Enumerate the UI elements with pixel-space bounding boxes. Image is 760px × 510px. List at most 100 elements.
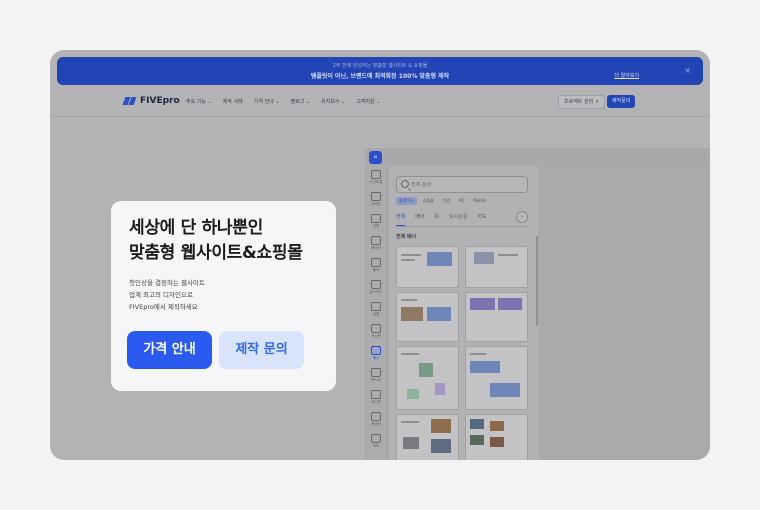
site-header: FIVEpro 주요 기능 ⌄ 제작 사례 가격 안내 ⌄ 블로그 ⌄ 유지보수… [50,90,710,115]
tool-icon [371,434,381,443]
template-thumbnail[interactable] [396,414,459,460]
editor-canvas [538,166,710,460]
tool-label: 동영상 [371,422,381,426]
hero-title-line2: 맞춤형 웹사이트&쇼핑몰 [129,243,303,263]
template-thumbnail[interactable] [396,292,459,342]
tool-item[interactable]: 게시판 [365,324,387,339]
tab-wi[interactable]: 위 [434,213,439,226]
tool-item[interactable]: 도메인 [365,192,387,207]
tool-item[interactable]: 폴더 [365,258,387,273]
tool-label: 도메인 [371,202,381,206]
hero-desc-line1: 첫인상을 결정하는 웹사이트 [129,279,205,287]
tool-icon [371,390,381,399]
tool-label: 사이트맵 [369,180,383,184]
banner-title: 템플릿이 아닌, 브랜드에 최적화된 100% 맞춤형 제작 [310,73,450,80]
logo-icon [122,97,138,105]
template-thumbnail[interactable] [396,246,459,288]
tool-item[interactable]: 배너 [365,346,387,361]
header-divider [50,116,710,117]
tool-label: 지도 [372,444,380,448]
tool-item[interactable]: 지도 [365,434,387,449]
collapse-icon[interactable]: « [369,151,382,164]
tool-label: 게시판 [371,334,381,338]
search-icon [401,180,409,188]
search-placeholder: 전체 검색 [411,182,431,188]
hero-description: 첫인상을 결정하는 웹사이트 업계 최고의 디자인으로 FIVEpro에서 제작… [129,277,205,313]
logo[interactable]: FIVEpro [122,96,180,106]
filter-chip[interactable]: PC [456,197,467,205]
hero-desc-line2: 업계 최고의 디자인으로 [129,291,193,299]
tool-icon [371,170,381,179]
tool-item[interactable]: 슬라이드 [365,280,387,295]
tool-item[interactable]: 전원 [365,214,387,229]
template-thumbnail[interactable] [465,292,528,342]
project-manage-button[interactable]: 프로젝트 관리 ⇗ [558,95,605,109]
hero-title: 세상에 단 하나뿐인 맞춤형 웹사이트&쇼핑몰 [129,216,303,266]
nav-item-support[interactable]: 고객지원 ⌄ [356,98,380,105]
tab-banner[interactable]: 배너 [415,213,424,226]
tool-icon [371,236,381,245]
tool-label: 상품 [372,312,380,316]
close-icon[interactable]: × [684,66,691,75]
tool-item[interactable]: 사이트맵 [365,170,387,185]
banner-more-link[interactable]: 더 알아보기 [614,72,639,79]
tool-label: 전원 [372,224,380,228]
hero-desc-line3: FIVEpro에서 제작하세요 [129,303,198,311]
tool-label: 폴더 [372,268,380,272]
section-title: 전체 배너 [396,234,417,240]
tool-label: 페이지 [371,246,381,250]
tool-icon [371,324,381,333]
tool-item[interactable]: 상품 [365,302,387,317]
tool-label: 게시판 [371,400,381,404]
chevron-right-icon[interactable]: › [516,211,528,223]
tab-directions[interactable]: 오시는길 [449,213,467,226]
tool-label: 슬라이드 [369,290,383,294]
template-thumbnail[interactable] [465,414,528,460]
tool-icon [371,214,381,223]
tool-item[interactable]: 동영상 [365,412,387,427]
hero-title-line1: 세상에 단 하나뿐인 [129,218,263,238]
hero-card: 세상에 단 하나뿐인 맞춤형 웹사이트&쇼핑몰 첫인상을 결정하는 웹사이트 업… [111,201,336,391]
tool-icon [371,302,381,311]
tool-icon [371,368,381,377]
search-input[interactable]: 전체 검색 [396,176,528,193]
tool-icon [371,280,381,289]
category-tabs: 전체 배너 위 오시는길 지도 › [396,211,528,227]
template-thumbnail[interactable] [465,346,528,410]
nav-item-features[interactable]: 주요 기능 ⌄ [186,98,212,105]
nav-item-cases[interactable]: 제작 사례 [223,98,243,105]
tool-icon [371,346,381,355]
tool-icon [371,258,381,267]
tool-item[interactable]: 페이지 [365,236,387,251]
banner-subtitle: 2주 만에 완성하는 맞춤형 웹사이트 & 쇼핑몰 [332,63,428,69]
tool-item[interactable]: 텍스트 [365,368,387,383]
main-nav: 주요 기능 ⌄ 제작 사례 가격 안내 ⌄ 블로그 ⌄ 유지보수 ⌄ 고객지원 … [186,98,392,105]
editor-tool-sidebar: 사이트맵 도메인 전원 페이지 폴더 슬라이드 상품 게시판 배너 텍스트 게시판 동영상 지도 [365,166,388,460]
filter-chip[interactable]: 쇼핑몰 [420,197,437,205]
make-inquiry-button[interactable]: 제작문의 [607,95,636,108]
filter-chips: 플레이스 쇼핑몰 기업 PC Mobile [396,197,490,205]
tool-label: 배너 [372,356,380,360]
template-thumbnail[interactable] [396,346,459,410]
logo-text: FIVEpro [140,96,180,106]
editor-preview: « 사이트맵 도메인 전원 페이지 폴더 슬라이드 상품 게시판 배너 텍스트 게시판 동영상 지도 전… [365,148,710,460]
nav-item-pricing[interactable]: 가격 안내 ⌄ [254,98,280,105]
tool-icon [371,412,381,421]
nav-item-blog[interactable]: 블로그 ⌄ [291,98,311,105]
nav-item-maintenance[interactable]: 유지보수 ⌄ [321,98,345,105]
filter-chip[interactable]: 플레이스 [396,197,417,205]
inquiry-button[interactable]: 제작 문의 [219,331,304,369]
filter-chip[interactable]: 기업 [440,197,453,205]
tool-label: 텍스트 [371,378,381,382]
template-panel: 전체 검색 플레이스 쇼핑몰 기업 PC Mobile 전체 배너 위 오시는길… [388,166,538,460]
pricing-button[interactable]: 가격 안내 [127,331,212,369]
editor-topbar: « [365,148,710,166]
template-thumbnail[interactable] [465,246,528,288]
promo-banner: 2주 만에 완성하는 맞춤형 웹사이트 & 쇼핑몰 템플릿이 아닌, 브랜드에 … [57,57,703,85]
tool-item[interactable]: 게시판 [365,390,387,405]
tab-map[interactable]: 지도 [477,213,486,226]
tab-all[interactable]: 전체 [396,213,406,226]
filter-chip[interactable]: Mobile [470,197,489,205]
screenshot-frame: 2주 만에 완성하는 맞춤형 웹사이트 & 쇼핑몰 템플릿이 아닌, 브랜드에 … [50,50,710,460]
tool-icon [371,192,381,201]
